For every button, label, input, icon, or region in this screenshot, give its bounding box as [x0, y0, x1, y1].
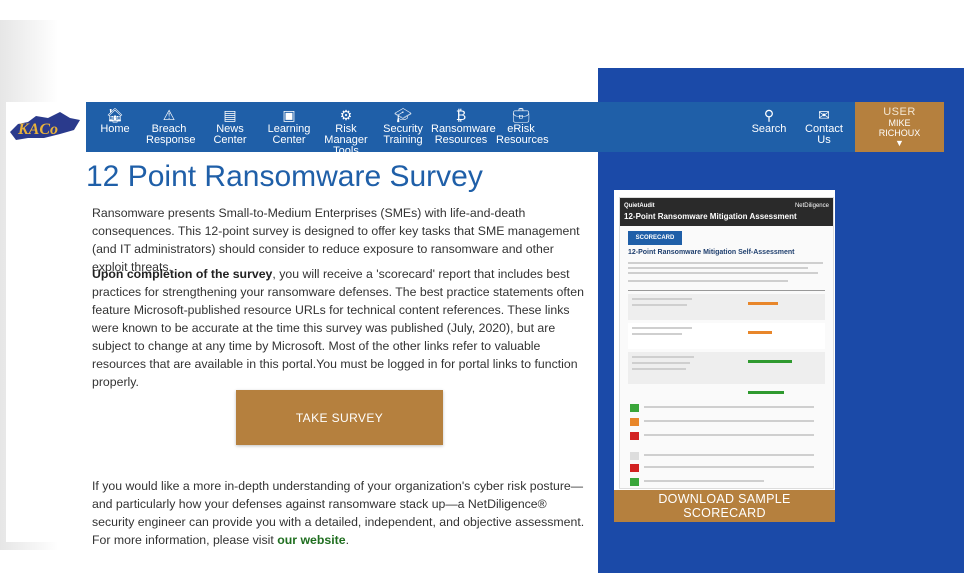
nav-breach-response-label: Breach Response: [146, 123, 196, 146]
download-sample-scorecard-button[interactable]: DOWNLOAD SAMPLE SCORECARD: [614, 490, 835, 522]
preview-text-line: [644, 434, 814, 436]
scorecard-preview-image: QuietAudit 12-Point Ransomware Mitigatio…: [619, 197, 834, 489]
preview-text-line: [644, 406, 814, 408]
preview-score-bar: [748, 360, 792, 363]
completion-paragraph: Upon completion of the survey, you will …: [92, 265, 588, 391]
nav-news-center-label: News Center: [213, 123, 247, 146]
preview-header: QuietAudit 12-Point Ransomware Mitigatio…: [620, 198, 833, 226]
nav-erisk-resources-label: eRisk Resources: [496, 123, 549, 146]
warning-icon: ⚠︎: [162, 107, 176, 123]
nav-risk-manager-tools[interactable]: ⚙︎ Risk Manager Tools: [316, 102, 376, 157]
completion-emphasis: Upon completion of the survey: [92, 267, 273, 281]
nav-news-center[interactable]: ▤ News Center: [200, 102, 260, 152]
kentucky-map-icon: KACo: [10, 112, 80, 140]
user-label: USER: [883, 106, 916, 118]
nav-contact-us-label: Contact Us: [805, 123, 843, 146]
completion-text: , you will receive a 'scorecard' report …: [92, 267, 584, 389]
preview-text-line: [644, 454, 814, 456]
preview-score-bar: [748, 302, 778, 305]
page-title: 12 Point Ransomware Survey: [86, 160, 483, 193]
preview-text-line: [632, 368, 686, 370]
preview-legend-gray: [630, 452, 639, 460]
preview-text-line: [632, 298, 692, 300]
preview-brand: QuietAudit: [624, 203, 655, 209]
assessment-end: .: [345, 533, 349, 547]
newspaper-icon: ▤: [223, 107, 237, 123]
logo-text: KACo: [17, 121, 58, 138]
graduation-cap-icon: 🎓︎: [394, 107, 412, 123]
preview-text-line: [644, 420, 814, 422]
nav-breach-response[interactable]: ⚠︎ Breach Response: [146, 102, 196, 152]
sample-scorecard-card: QuietAudit 12-Point Ransomware Mitigatio…: [614, 190, 835, 522]
preview-legend-green: [630, 404, 639, 412]
preview-text-line: [632, 362, 690, 364]
nav-erisk-resources[interactable]: 💼︎ eRisk Resources: [496, 102, 549, 152]
preview-score-bar: [748, 331, 772, 334]
nav-learning-center-label: Learning Center: [267, 123, 311, 146]
nav-search[interactable]: ⚲ Search: [748, 102, 790, 152]
preview-legend-red: [630, 432, 639, 440]
nav-security-training-label: Security Training: [383, 123, 423, 146]
nav-learning-center[interactable]: ▣ Learning Center: [267, 102, 311, 152]
preview-legend-red: [630, 464, 639, 472]
user-name: MIKE RICHOUX: [878, 118, 921, 138]
nav-home-label: Home: [100, 123, 130, 135]
envelope-icon: ✉︎: [818, 107, 830, 123]
preview-partner: NetDiligence: [794, 203, 829, 209]
nav-ransomware-resources[interactable]: ₿ Ransomware Resources: [431, 102, 496, 152]
preview-text-line: [628, 267, 808, 269]
our-website-link[interactable]: our website: [277, 533, 345, 547]
nav-contact-us[interactable]: ✉︎ Contact Us: [798, 102, 850, 152]
bitcoin-icon: ₿: [455, 107, 467, 123]
nav-ransomware-resources-label: Ransomware Resources: [431, 123, 496, 146]
preview-text-line: [632, 333, 682, 335]
preview-table-header: [628, 290, 825, 291]
search-icon: ⚲: [763, 107, 775, 123]
preview-text-line: [644, 480, 764, 482]
assessment-paragraph: If you would like a more in-depth unders…: [92, 477, 588, 549]
preview-score-bar: [748, 391, 784, 394]
preview-scorecard-badge: SCORECARD: [628, 231, 682, 245]
preview-text-line: [632, 304, 687, 306]
preview-text-line: [628, 272, 818, 274]
preview-title: 12-Point Ransomware Mitigation Assessmen…: [624, 212, 797, 221]
preview-text-line: [644, 466, 814, 468]
take-survey-button[interactable]: TAKE SURVEY: [236, 390, 443, 445]
preview-text-line: [632, 327, 692, 329]
preview-doc-title: 12-Point Ransomware Mitigation Self-Asse…: [628, 249, 795, 256]
preview-text-line: [628, 280, 788, 282]
preview-legend-orange: [630, 418, 639, 426]
preview-text-line: [632, 356, 694, 358]
nav-security-training[interactable]: 🎓︎ Security Training: [382, 102, 424, 152]
gears-icon: ⚙︎: [339, 107, 353, 123]
home-icon: 🏠︎: [106, 107, 124, 123]
preview-text-line: [628, 262, 823, 264]
preview-legend-green: [630, 478, 639, 486]
user-menu[interactable]: USER MIKE RICHOUX ▼: [855, 102, 944, 152]
chevron-down-icon: ▼: [895, 138, 904, 148]
briefcase-icon: 💼︎: [512, 107, 530, 123]
top-nav-bar: KACo 🏠︎ Home ⚠︎ Breach Response ▤ News C…: [6, 102, 944, 157]
book-icon: ▣: [282, 107, 296, 123]
nav-home[interactable]: 🏠︎ Home: [94, 102, 136, 152]
nav-search-label: Search: [751, 123, 787, 135]
kaco-logo[interactable]: KACo: [6, 102, 86, 152]
